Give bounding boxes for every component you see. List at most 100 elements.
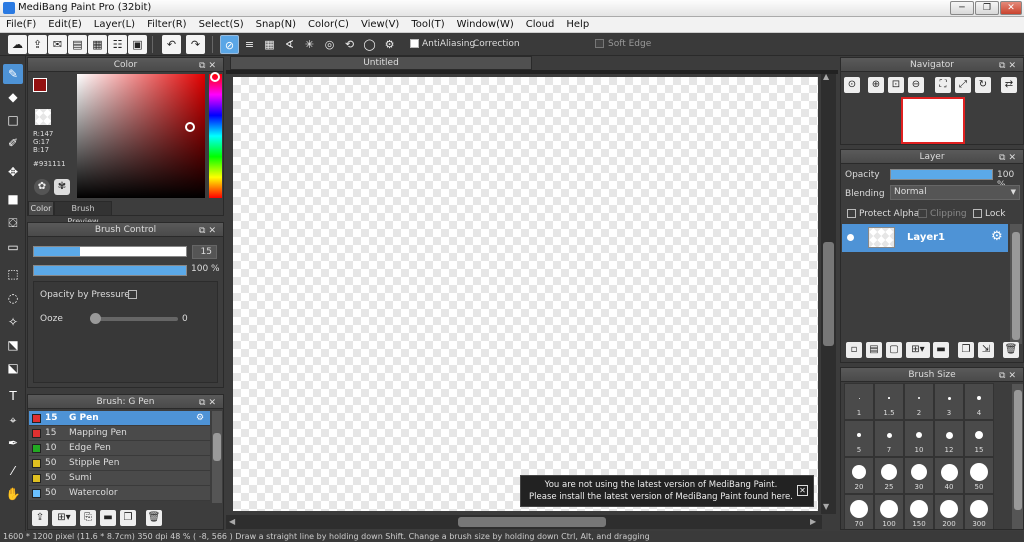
brush-item[interactable]: 10 Edge Pen <box>29 441 210 456</box>
navigator-preview[interactable] <box>901 97 965 144</box>
tab-untitled[interactable]: Untitled <box>230 56 532 70</box>
brush-size-option[interactable]: 20 <box>844 457 874 494</box>
panel-window-icons[interactable]: ⧉✕ <box>999 59 1019 73</box>
lasso-icon[interactable]: ◌ <box>3 288 23 308</box>
brush-size-value[interactable]: 15 <box>192 245 217 259</box>
brush-tool-icon[interactable]: ✎ <box>3 64 23 84</box>
menu-edit[interactable]: Edit(E) <box>42 19 88 30</box>
add-brush-icon[interactable]: ⊞▾ <box>52 510 76 526</box>
brush-folder-icon[interactable]: ▬ <box>100 510 116 526</box>
protect-alpha-checkbox[interactable] <box>847 209 856 218</box>
hand-brush-icon[interactable]: ✐ <box>3 133 23 153</box>
layer-folder-icon[interactable]: ▬ <box>933 342 949 358</box>
scrollbar-thumb[interactable] <box>1012 232 1020 340</box>
fit-window-icon[interactable]: ⛶ <box>935 77 951 93</box>
menu-select[interactable]: Select(S) <box>193 19 250 30</box>
move-tool-icon[interactable]: ✥ <box>3 162 23 182</box>
tab-color[interactable]: Color <box>28 201 54 216</box>
flip-icon[interactable]: ⇄ <box>1001 77 1017 93</box>
transparent-color-swatch[interactable] <box>35 109 51 125</box>
brush-settings-icon[interactable]: ⎘ <box>80 510 96 526</box>
brush-size-option[interactable]: 3 <box>934 383 964 420</box>
drawing-canvas[interactable] <box>233 77 818 511</box>
duplicate-brush-icon[interactable]: ❐ <box>120 510 136 526</box>
select-pen-icon[interactable]: ⬔ <box>3 335 23 355</box>
notice-close-icon[interactable]: ✕ <box>797 485 808 496</box>
menu-help[interactable]: Help <box>560 19 595 30</box>
document-list-icon[interactable]: ☷ <box>108 35 127 54</box>
panel-window-icons[interactable]: ⧉✕ <box>199 224 219 238</box>
brush-list-scrollbar[interactable] <box>212 411 222 503</box>
select-rect-icon[interactable]: ⬚ <box>3 264 23 284</box>
snap-radial-icon[interactable]: ✳ <box>300 35 319 54</box>
divide-tool-icon[interactable]: ⌖ <box>3 410 23 430</box>
scroll-left-icon[interactable]: ◀ <box>229 517 235 526</box>
new-halftone-layer-icon[interactable]: ▤ <box>866 342 882 358</box>
menu-window[interactable]: Window(W) <box>451 19 520 30</box>
saturation-value-picker[interactable] <box>77 74 205 198</box>
snap-curve-icon[interactable]: ⟲ <box>340 35 359 54</box>
fill-tool-icon[interactable]: ⛋ <box>3 213 23 233</box>
panel-window-icons[interactable]: ⧉✕ <box>999 369 1019 383</box>
brush-size-scrollbar[interactable] <box>1012 384 1023 529</box>
brush-size-option[interactable]: 200 <box>934 494 964 529</box>
gear-icon[interactable]: ⚙ <box>196 411 204 426</box>
hue-slider[interactable] <box>209 74 222 198</box>
snap-ellipse-icon[interactable]: ◯ <box>360 35 379 54</box>
hand-tool-icon[interactable]: ✋ <box>3 484 23 504</box>
scroll-up-icon[interactable]: ▲ <box>823 72 829 81</box>
snap-vanishing-icon[interactable]: ∢ <box>280 35 299 54</box>
layer-row[interactable]: Layer1 ⚙ <box>842 224 1008 252</box>
brush-size-option[interactable]: 30 <box>904 457 934 494</box>
blending-select[interactable]: Normal ▼ <box>890 185 1020 200</box>
layer-scrollbar[interactable] <box>1010 224 1022 344</box>
brush-item[interactable]: 15 G Pen ⚙ <box>29 411 210 426</box>
brush-size-option[interactable]: 300 <box>964 494 994 529</box>
undo-icon[interactable]: ↶ <box>162 35 181 54</box>
cloud-icon[interactable]: ☁ <box>8 35 27 54</box>
brush-size-option[interactable]: 100 <box>874 494 904 529</box>
delete-layer-icon[interactable]: 🗑 <box>1003 342 1019 358</box>
brush-size-slider[interactable] <box>33 246 187 257</box>
brush-size-option[interactable]: 12 <box>934 420 964 457</box>
text-tool-icon[interactable]: T <box>3 386 23 406</box>
brush-size-option[interactable]: 1 <box>844 383 874 420</box>
brush-item[interactable]: 50 Stipple Pen <box>29 456 210 471</box>
new-layer-icon[interactable]: ▫ <box>846 342 862 358</box>
lock-checkbox[interactable] <box>973 209 982 218</box>
zoom-out-icon[interactable]: ⊖ <box>908 77 924 93</box>
update-notice[interactable]: You are not using the latest version of … <box>520 475 814 507</box>
scrollbar-thumb[interactable] <box>823 242 834 346</box>
palette-icon[interactable]: ✿ <box>34 179 50 195</box>
menu-layer[interactable]: Layer(L) <box>88 19 141 30</box>
primary-color-swatch[interactable] <box>33 78 47 92</box>
panel-window-icons[interactable]: ⧉✕ <box>199 396 219 410</box>
select-eraser-icon[interactable]: ⬕ <box>3 358 23 378</box>
chat-icon[interactable]: ▤ <box>68 35 87 54</box>
horizontal-scrollbar[interactable]: ◀ ▶ <box>226 515 822 529</box>
scrollbar-thumb[interactable] <box>458 517 606 527</box>
brush-item[interactable]: 50 Sumi <box>29 471 210 486</box>
zoom-actual-icon[interactable]: ⊡ <box>888 77 904 93</box>
menu-cloud[interactable]: Cloud <box>520 19 561 30</box>
opacity-by-pressure-checkbox[interactable] <box>128 290 137 299</box>
restore-button[interactable]: ❐ <box>975 1 999 15</box>
redo-icon[interactable]: ↷ <box>186 35 205 54</box>
ooze-slider-handle[interactable] <box>90 313 101 324</box>
close-button[interactable]: ✕ <box>1000 1 1022 15</box>
ooze-slider-track[interactable] <box>90 317 178 321</box>
menu-color[interactable]: Color(C) <box>302 19 355 30</box>
clipping-checkbox[interactable] <box>918 209 927 218</box>
pen-tool-icon[interactable]: ✒ <box>3 433 23 453</box>
color-picker-handle[interactable] <box>185 122 195 132</box>
snap-parallel-icon[interactable]: ≡ <box>240 35 259 54</box>
minimize-button[interactable]: ─ <box>950 1 974 15</box>
rotate-icon[interactable]: ↻ <box>975 77 991 93</box>
brush-size-option[interactable]: 5 <box>844 420 874 457</box>
brush-size-option[interactable]: 50 <box>964 457 994 494</box>
merge-layer-icon[interactable]: ⇲ <box>978 342 994 358</box>
snap-settings-icon[interactable]: ⚙ <box>380 35 399 54</box>
dot-tool-icon[interactable]: □ <box>3 110 23 130</box>
menu-tool[interactable]: Tool(T) <box>405 19 450 30</box>
brush-size-option[interactable]: 10 <box>904 420 934 457</box>
